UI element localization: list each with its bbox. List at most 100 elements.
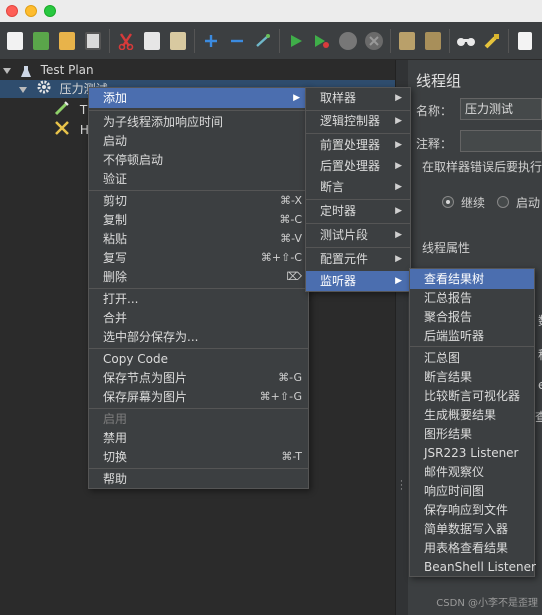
- submenu-arrow-icon: ▶: [395, 161, 402, 171]
- menu-item-validate[interactable]: 验证: [89, 169, 308, 189]
- comment-field[interactable]: [460, 130, 542, 152]
- watermark: CSDN @小李不是歪理: [436, 598, 538, 609]
- menu-item-label: 保存屏幕为图片: [103, 390, 188, 404]
- listener-item-save-responses[interactable]: 保存响应到文件: [410, 500, 534, 520]
- function-helper-icon[interactable]: [514, 30, 536, 52]
- paste-icon[interactable]: [167, 30, 189, 52]
- menu-item-cut[interactable]: 剪切 ⌘-X: [89, 191, 308, 211]
- tree-node-config[interactable]: H: [54, 120, 89, 138]
- listener-item-summary-report[interactable]: 汇总报告: [410, 288, 534, 308]
- menu-item-save-screen-image[interactable]: 保存屏幕为图片 ⌘+⇧-G: [89, 387, 308, 407]
- submenu-item-sampler[interactable]: 取样器 ▶: [306, 88, 410, 108]
- menu-item-toggle[interactable]: 切换 ⌘-T: [89, 447, 308, 467]
- toggle-icon[interactable]: [252, 30, 274, 52]
- expand-icon[interactable]: [200, 30, 222, 52]
- tree-node-test-plan[interactable]: Test Plan: [0, 61, 395, 79]
- menu-item-label: 帮助: [103, 472, 128, 486]
- listener-item-aggregate-graph[interactable]: 汇总图: [410, 348, 534, 368]
- listener-item-view-results-tree[interactable]: 查看结果树: [410, 269, 534, 289]
- submenu-item-post-processor[interactable]: 后置处理器 ▶: [306, 156, 410, 176]
- flask-icon: [20, 65, 31, 77]
- new-icon[interactable]: [4, 30, 26, 52]
- menu-item-duplicate[interactable]: 复写 ⌘+⇧-C: [89, 248, 308, 268]
- menu-item-disable[interactable]: 禁用: [89, 428, 308, 448]
- expand-triangle-icon[interactable]: [19, 86, 27, 93]
- submenu-arrow-icon: ▶: [293, 93, 300, 103]
- menu-item-enable: 启用: [89, 409, 308, 429]
- menu-item-delete[interactable]: 删除 ⌦: [89, 267, 308, 287]
- expand-triangle-icon[interactable]: [3, 67, 11, 74]
- close-window-button[interactable]: [6, 5, 18, 17]
- zoom-window-button[interactable]: [44, 5, 56, 17]
- menu-item-label: 禁用: [103, 431, 128, 445]
- listener-item-beanshell[interactable]: BeanShell Listener: [410, 557, 536, 577]
- menu-item-label: BeanShell Listener: [424, 560, 536, 574]
- open-icon[interactable]: [56, 30, 78, 52]
- menu-item-label: 启用: [103, 412, 128, 426]
- start-no-pause-icon[interactable]: [311, 30, 333, 52]
- submenu-arrow-icon: ▶: [395, 276, 402, 286]
- menu-item-label: 验证: [103, 172, 128, 186]
- listener-item-mailer[interactable]: 邮件观察仪: [410, 462, 534, 482]
- menu-item-save-selection[interactable]: 选中部分保存为...: [89, 327, 308, 347]
- listener-item-response-time-graph[interactable]: 响应时间图: [410, 481, 534, 501]
- menu-shortcut: ⌦: [286, 270, 302, 283]
- start-next-radio[interactable]: [497, 196, 509, 208]
- toolbar-divider: [390, 28, 391, 53]
- clear-icon[interactable]: [396, 30, 418, 52]
- listener-item-comparison-visualizer[interactable]: 比较断言可视化器: [410, 386, 534, 406]
- listener-item-aggregate-report[interactable]: 聚合报告: [410, 307, 534, 327]
- menu-item-label: 保存节点为图片: [103, 371, 188, 385]
- listener-item-generate-summary[interactable]: 生成概要结果: [410, 405, 534, 425]
- save-icon[interactable]: [82, 30, 104, 52]
- submenu-item-logic-controller[interactable]: 逻辑控制器 ▶: [306, 111, 410, 131]
- menu-item-merge[interactable]: 合并: [89, 308, 308, 328]
- listener-item-assertion-results[interactable]: 断言结果: [410, 367, 534, 387]
- copy-icon[interactable]: [141, 30, 163, 52]
- search-icon[interactable]: [455, 30, 477, 52]
- shutdown-icon[interactable]: [363, 30, 385, 52]
- toolbar-divider: [194, 28, 195, 53]
- start-icon[interactable]: [285, 30, 307, 52]
- menu-item-help[interactable]: 帮助: [89, 469, 308, 489]
- name-field[interactable]: 压力测试: [460, 98, 542, 120]
- submenu-item-listener[interactable]: 监听器 ▶: [306, 271, 410, 291]
- submenu-item-timer[interactable]: 定时器 ▶: [306, 201, 410, 221]
- menu-item-save-node-image[interactable]: 保存节点为图片 ⌘-G: [89, 368, 308, 388]
- cutoff-label: 查: [535, 410, 542, 424]
- templates-icon[interactable]: [30, 30, 52, 52]
- menu-item-start-no-pause[interactable]: 不停顿启动: [89, 150, 308, 170]
- menu-shortcut: ⌘-X: [280, 194, 302, 207]
- cutoff-label: e: [538, 378, 542, 392]
- sampler-error-label: 在取样器错误后要执行: [422, 160, 542, 174]
- menu-item-copy-code[interactable]: Copy Code: [89, 349, 308, 369]
- listener-item-graph-results[interactable]: 图形结果: [410, 424, 534, 444]
- cut-icon[interactable]: [115, 30, 137, 52]
- listener-item-backend-listener[interactable]: 后端监听器: [410, 326, 534, 346]
- splitter-grip-icon[interactable]: · · ·: [400, 478, 403, 495]
- stop-icon[interactable]: [337, 30, 359, 52]
- reset-search-icon[interactable]: [481, 30, 503, 52]
- menu-item-add[interactable]: 添加 ▶: [89, 88, 308, 108]
- menu-item-copy[interactable]: 复制 ⌘-C: [89, 210, 308, 230]
- menu-item-add-think-time[interactable]: 为子线程添加响应时间: [89, 112, 308, 132]
- menu-divider: [306, 247, 410, 248]
- menu-item-label: 断言结果: [424, 370, 473, 384]
- minimize-window-button[interactable]: [25, 5, 37, 17]
- submenu-item-pre-processor[interactable]: 前置处理器 ▶: [306, 135, 410, 155]
- menu-item-label: 简单数据写入器: [424, 522, 509, 536]
- collapse-icon[interactable]: [226, 30, 248, 52]
- tree-node-sampler[interactable]: T: [54, 100, 87, 118]
- menu-item-start[interactable]: 启动: [89, 131, 308, 151]
- clear-all-icon[interactable]: [422, 30, 444, 52]
- menu-item-paste[interactable]: 粘贴 ⌘-V: [89, 229, 308, 249]
- listener-item-view-results-table[interactable]: 用表格查看结果: [410, 538, 534, 558]
- submenu-item-config-element[interactable]: 配置元件 ▶: [306, 249, 410, 269]
- submenu-item-test-fragment[interactable]: 测试片段 ▶: [306, 225, 410, 245]
- submenu-item-assertion[interactable]: 断言 ▶: [306, 177, 410, 197]
- continue-radio[interactable]: [442, 196, 454, 208]
- menu-divider: [410, 346, 534, 347]
- listener-item-simple-data-writer[interactable]: 简单数据写入器: [410, 519, 534, 539]
- listener-item-jsr223[interactable]: JSR223 Listener: [410, 443, 534, 463]
- menu-item-open[interactable]: 打开...: [89, 289, 308, 309]
